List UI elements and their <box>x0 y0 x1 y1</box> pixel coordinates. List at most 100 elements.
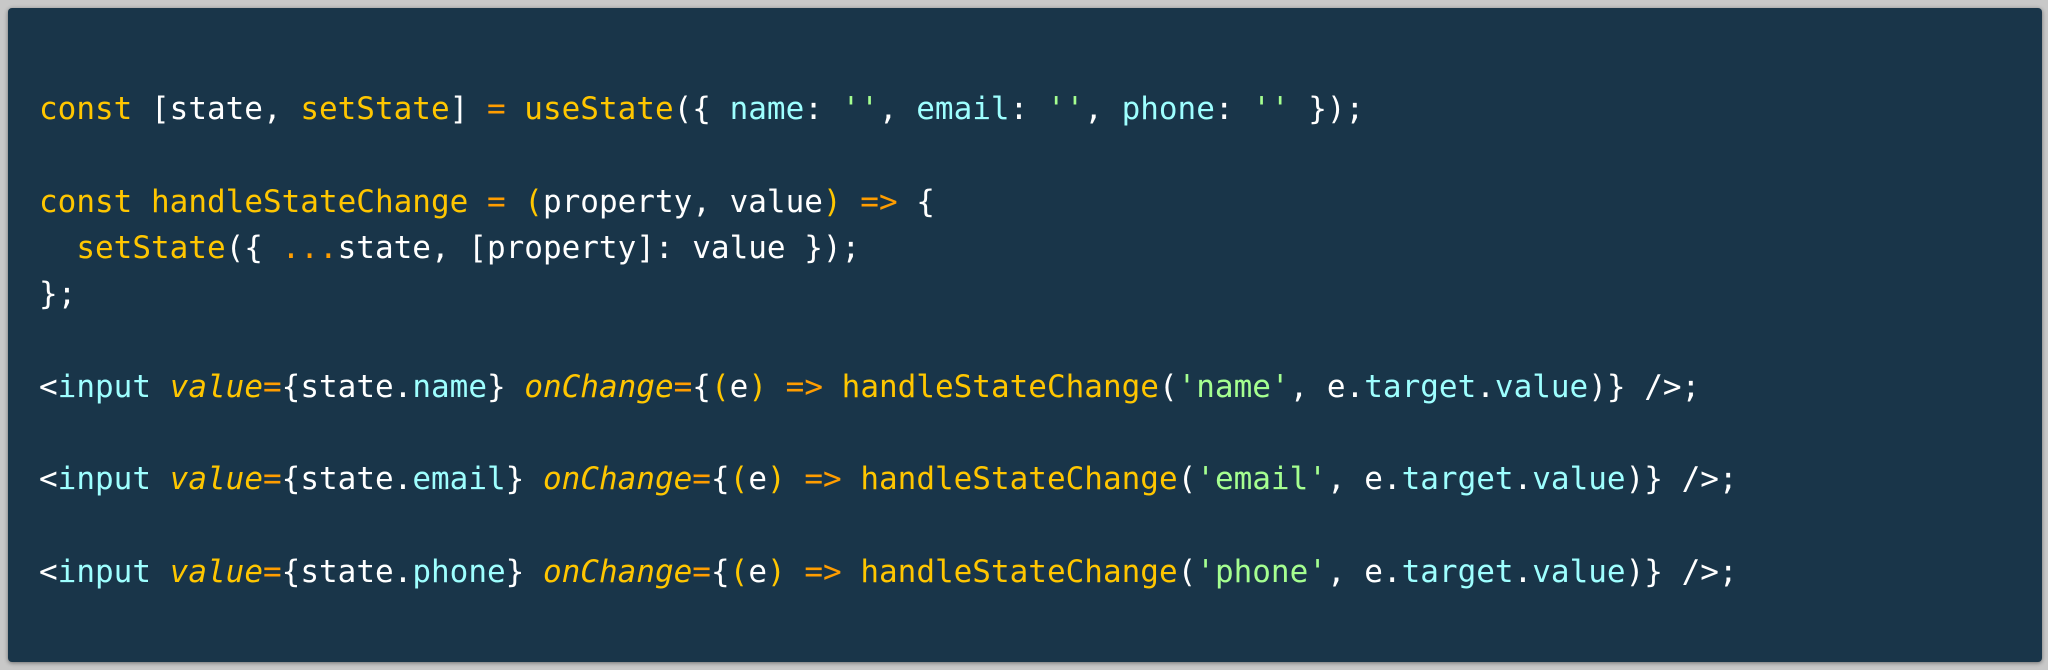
code-token: {state. <box>281 461 413 498</box>
code-token: const <box>39 91 133 127</box>
code-token: useState <box>524 91 674 127</box>
code-content: const [state, setState] = useState({ nam… <box>8 86 2042 595</box>
code-token: {state. <box>281 368 413 405</box>
code-token: ( <box>729 461 749 498</box>
code-token: setState <box>76 229 226 266</box>
code-token: ( <box>524 183 543 220</box>
code-token: ) <box>748 368 767 405</box>
code-token: 'name' <box>1177 368 1290 405</box>
code-token: ) <box>822 183 842 220</box>
code-token: input <box>57 368 151 405</box>
code-token: = <box>692 461 711 498</box>
code-token: ) <box>766 461 786 498</box>
code-line: ​ <box>39 317 2042 363</box>
code-token: . <box>1513 553 1533 590</box>
code-token: ({ <box>225 229 282 266</box>
code-token: ( <box>1158 368 1178 405</box>
code-token: value <box>1532 461 1626 498</box>
code-token: name <box>729 91 805 127</box>
code-token: , e. <box>1326 553 1402 590</box>
code-token: { <box>710 461 730 498</box>
code-token: , <box>878 91 917 127</box>
code-token: => <box>804 461 842 498</box>
code-token: setState <box>300 91 450 127</box>
code-token: ( <box>1177 461 1197 498</box>
code-line: ​ <box>39 132 2042 178</box>
code-token: onChange <box>542 553 693 590</box>
code-token: < <box>39 368 58 405</box>
code-token: => <box>785 368 823 405</box>
code-token: = <box>673 368 693 405</box>
code-token: value <box>1494 368 1589 405</box>
code-line: ​ <box>39 410 2042 456</box>
code-token: ( <box>729 553 749 590</box>
code-token: phone <box>1121 91 1215 127</box>
code-token: target <box>1364 368 1477 405</box>
code-token: ( <box>1177 553 1197 590</box>
code-token: , e. <box>1326 461 1402 498</box>
code-token: name <box>412 368 487 405</box>
code-token: => <box>860 183 898 220</box>
code-token: : <box>804 91 842 127</box>
code-token: : <box>1009 91 1047 127</box>
code-token: { <box>692 368 711 405</box>
code-token: ] <box>449 91 487 127</box>
code-token: target <box>1401 461 1514 498</box>
code-token: , e. <box>1289 368 1365 405</box>
code-token: target <box>1401 553 1514 590</box>
code-token: state, [property]: value }); <box>337 229 861 266</box>
code-token: . <box>1476 368 1495 405</box>
code-token: => <box>804 553 842 590</box>
code-token: onChange <box>542 461 693 498</box>
code-token: ... <box>281 229 338 266</box>
code-token: = <box>263 368 282 405</box>
code-token: property, value <box>542 183 823 220</box>
code-line: <input value={state.phone} onChange={(e)… <box>39 549 2042 595</box>
code-token: 'email' <box>1196 461 1327 498</box>
code-token: value <box>169 368 263 405</box>
code-token: {state. <box>281 553 413 590</box>
code-token: )} />; <box>1625 553 1738 590</box>
code-token: e <box>729 368 749 405</box>
code-token: }); <box>1289 91 1365 127</box>
code-line: <input value={state.email} onChange={(e)… <box>39 456 2042 502</box>
code-token: '' <box>841 91 879 127</box>
code-token: . <box>1513 461 1533 498</box>
code-token: )} />; <box>1588 368 1701 405</box>
code-token: { <box>897 183 935 220</box>
code-line: setState({ ...state, [property]: value }… <box>39 225 2042 271</box>
code-token: handleStateChange <box>860 553 1178 590</box>
code-token: input <box>57 553 151 590</box>
code-token: = <box>263 461 282 498</box>
code-token: const <box>39 183 133 220</box>
code-token: ({ <box>673 91 730 127</box>
code-token: )} />; <box>1625 461 1738 498</box>
code-token: = <box>486 91 506 127</box>
code-token: '' <box>1252 91 1290 127</box>
code-token: handleStateChange <box>860 461 1178 498</box>
code-token: onChange <box>524 368 674 405</box>
code-token: }; <box>39 276 77 313</box>
code-token: ) <box>766 553 786 590</box>
code-token: < <box>39 553 58 590</box>
code-token: e <box>748 553 767 590</box>
code-token: handleStateChange <box>841 368 1159 405</box>
code-token: , <box>1084 91 1122 127</box>
code-token: value <box>169 461 263 498</box>
code-token: value <box>169 553 263 590</box>
code-token: value <box>1532 553 1626 590</box>
code-token: } <box>505 553 543 590</box>
